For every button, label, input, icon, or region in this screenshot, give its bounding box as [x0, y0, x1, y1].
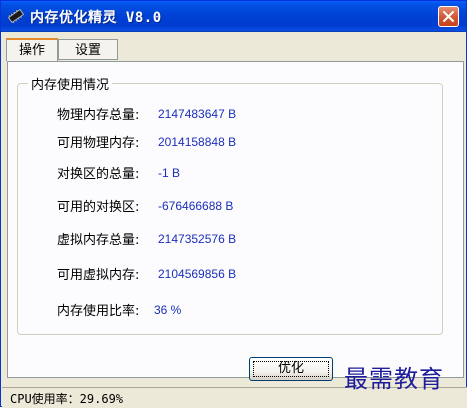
- memory-chip-icon: [7, 8, 25, 24]
- tab-operation[interactable]: 操作: [6, 38, 58, 61]
- swap-total-label: 对换区的总量:: [57, 167, 140, 182]
- swap-total-value: -1 B: [158, 166, 181, 180]
- virtual-total-label: 虚拟内存总量:: [57, 233, 140, 248]
- swap-free-label: 可用的对换区:: [57, 200, 140, 215]
- usage-ratio-label: 内存使用比率:: [57, 304, 140, 319]
- window-title: 内存优化精灵 V8.0: [30, 10, 162, 26]
- focus-ring: [253, 361, 329, 377]
- close-icon: [443, 11, 454, 22]
- virtual-total-value: 2147352576 B: [158, 232, 237, 246]
- app-window: 内存优化精灵 V8.0 操作 设置 内存使用情况 物理内存总量: 2147483…: [0, 0, 467, 408]
- virtual-free-value: 2104569856 B: [158, 267, 237, 281]
- physical-total-label: 物理内存总量:: [57, 108, 140, 123]
- usage-ratio-value: 36 %: [154, 303, 182, 317]
- virtual-free-label: 可用虚拟内存:: [57, 268, 140, 283]
- physical-total-value: 2147483647 B: [158, 107, 237, 121]
- optimize-button[interactable]: 优化: [249, 357, 333, 381]
- swap-free-value: -676466688 B: [158, 199, 234, 213]
- title-bar[interactable]: 内存优化精灵 V8.0: [1, 1, 466, 32]
- physical-free-label: 可用物理内存:: [57, 136, 140, 151]
- cpu-usage-text: CPU使用率：29.69%: [10, 392, 124, 406]
- physical-free-value: 2014158848 B: [158, 135, 237, 149]
- close-button[interactable]: [438, 6, 459, 27]
- group-title: 内存使用情况: [28, 74, 113, 93]
- watermark-text: 最需教育: [344, 365, 444, 393]
- tab-settings[interactable]: 设置: [58, 39, 118, 60]
